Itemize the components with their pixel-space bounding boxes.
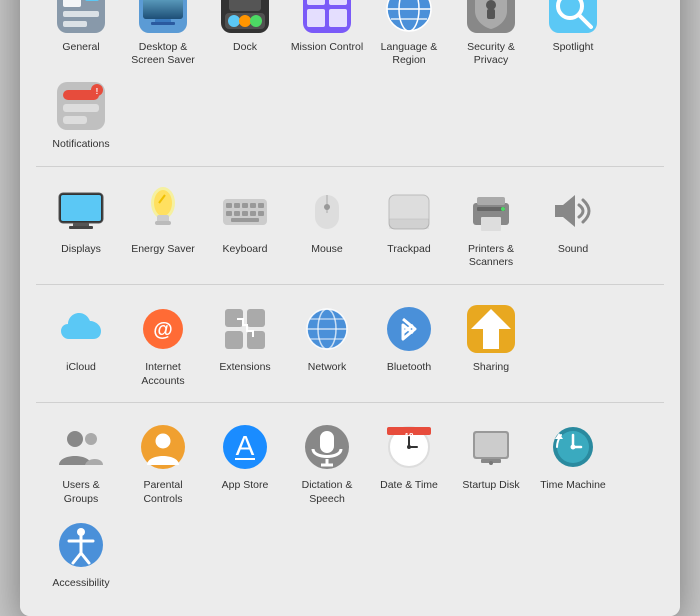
item-extensions[interactable]: Extensions bbox=[204, 295, 286, 392]
icon-date-time: 18 bbox=[383, 421, 435, 473]
item-startup-disk[interactable]: Startup Disk bbox=[450, 413, 532, 510]
label-mouse: Mouse bbox=[311, 243, 343, 257]
item-accessibility[interactable]: Accessibility bbox=[40, 511, 122, 595]
label-desktop-screensaver: Desktop & Screen Saver bbox=[126, 41, 200, 68]
label-parental-controls: Parental Controls bbox=[126, 479, 200, 506]
icon-dictation-speech bbox=[301, 421, 353, 473]
icon-app-store: A bbox=[219, 421, 271, 473]
item-icloud[interactable]: iCloud bbox=[40, 295, 122, 392]
icon-sound bbox=[547, 185, 599, 237]
section-hardware: Displays Energy Saver Keyboard Mouse bbox=[36, 167, 664, 285]
item-network[interactable]: Network bbox=[286, 295, 368, 392]
item-sharing[interactable]: Sharing bbox=[450, 295, 532, 392]
icon-notifications: ! bbox=[55, 80, 107, 132]
label-language-region: Language & Region bbox=[372, 41, 446, 68]
item-dictation-speech[interactable]: Dictation & Speech bbox=[286, 413, 368, 510]
icon-mouse bbox=[301, 185, 353, 237]
section-internet: iCloud @ Internet Accounts Extensions Ne… bbox=[36, 285, 664, 403]
svg-text:A: A bbox=[236, 430, 255, 461]
item-keyboard[interactable]: Keyboard bbox=[204, 177, 286, 274]
item-sound[interactable]: Sound bbox=[532, 177, 614, 274]
item-notifications[interactable]: ! Notifications bbox=[40, 72, 122, 156]
icon-extensions bbox=[219, 303, 271, 355]
icon-sharing bbox=[465, 303, 517, 355]
section-personal: General Desktop & Screen Saver Dock Miss… bbox=[36, 0, 664, 167]
label-accessibility: Accessibility bbox=[52, 577, 109, 591]
item-desktop-screensaver[interactable]: Desktop & Screen Saver bbox=[122, 0, 204, 72]
label-date-time: Date & Time bbox=[380, 479, 438, 493]
label-users-groups: Users & Groups bbox=[44, 479, 118, 506]
item-mission-control[interactable]: Mission Control bbox=[286, 0, 368, 72]
icon-desktop-screensaver bbox=[137, 0, 189, 35]
label-time-machine: Time Machine bbox=[540, 479, 606, 493]
label-bluetooth: Bluetooth bbox=[387, 361, 431, 375]
item-dock[interactable]: Dock bbox=[204, 0, 286, 72]
icon-accessibility bbox=[55, 519, 107, 571]
label-extensions: Extensions bbox=[219, 361, 270, 375]
label-energy-saver: Energy Saver bbox=[131, 243, 195, 257]
label-security-privacy: Security & Privacy bbox=[454, 41, 528, 68]
icon-language-region bbox=[383, 0, 435, 35]
icon-printers-scanners bbox=[465, 185, 517, 237]
label-sound: Sound bbox=[558, 243, 588, 257]
icon-users-groups bbox=[55, 421, 107, 473]
icon-bluetooth bbox=[383, 303, 435, 355]
icon-mission-control bbox=[301, 0, 353, 35]
system-preferences-window: ‹ › System Preferences 🔍 General bbox=[20, 0, 680, 616]
section-system: Users & Groups Parental Controls A App S… bbox=[36, 403, 664, 604]
item-date-time[interactable]: 18 Date & Time bbox=[368, 413, 450, 510]
item-spotlight[interactable]: Spotlight bbox=[532, 0, 614, 72]
item-trackpad[interactable]: Trackpad bbox=[368, 177, 450, 274]
icon-displays bbox=[55, 185, 107, 237]
icon-startup-disk bbox=[465, 421, 517, 473]
label-internet-accounts: Internet Accounts bbox=[126, 361, 200, 388]
icon-trackpad bbox=[383, 185, 435, 237]
label-printers-scanners: Printers & Scanners bbox=[454, 243, 528, 270]
item-printers-scanners[interactable]: Printers & Scanners bbox=[450, 177, 532, 274]
label-dictation-speech: Dictation & Speech bbox=[290, 479, 364, 506]
icon-time-machine bbox=[547, 421, 599, 473]
item-bluetooth[interactable]: Bluetooth bbox=[368, 295, 450, 392]
label-startup-disk: Startup Disk bbox=[462, 479, 519, 493]
svg-text:!: ! bbox=[96, 87, 99, 96]
item-internet-accounts[interactable]: @ Internet Accounts bbox=[122, 295, 204, 392]
label-app-store: App Store bbox=[222, 479, 269, 493]
label-keyboard: Keyboard bbox=[223, 243, 268, 257]
icon-dock bbox=[219, 0, 271, 35]
icon-internet-accounts: @ bbox=[137, 303, 189, 355]
label-spotlight: Spotlight bbox=[553, 41, 594, 55]
icon-energy-saver bbox=[137, 185, 189, 237]
icon-spotlight bbox=[547, 0, 599, 35]
label-network: Network bbox=[308, 361, 347, 375]
item-language-region[interactable]: Language & Region bbox=[368, 0, 450, 72]
label-displays: Displays bbox=[61, 243, 101, 257]
item-app-store[interactable]: A App Store bbox=[204, 413, 286, 510]
icon-security-privacy bbox=[465, 0, 517, 35]
icon-network bbox=[301, 303, 353, 355]
label-notifications: Notifications bbox=[52, 138, 109, 152]
item-mouse[interactable]: Mouse bbox=[286, 177, 368, 274]
icon-general bbox=[55, 0, 107, 35]
item-security-privacy[interactable]: Security & Privacy bbox=[450, 0, 532, 72]
item-users-groups[interactable]: Users & Groups bbox=[40, 413, 122, 510]
label-trackpad: Trackpad bbox=[387, 243, 430, 257]
label-sharing: Sharing bbox=[473, 361, 509, 375]
icon-keyboard bbox=[219, 185, 271, 237]
item-general[interactable]: General bbox=[40, 0, 122, 72]
svg-text:@: @ bbox=[153, 319, 173, 341]
label-mission-control: Mission Control bbox=[291, 41, 363, 55]
item-time-machine[interactable]: Time Machine bbox=[532, 413, 614, 510]
item-parental-controls[interactable]: Parental Controls bbox=[122, 413, 204, 510]
icon-parental-controls bbox=[137, 421, 189, 473]
item-displays[interactable]: Displays bbox=[40, 177, 122, 274]
label-dock: Dock bbox=[233, 41, 257, 55]
label-general: General bbox=[62, 41, 99, 55]
label-icloud: iCloud bbox=[66, 361, 96, 375]
item-energy-saver[interactable]: Energy Saver bbox=[122, 177, 204, 274]
preferences-content: General Desktop & Screen Saver Dock Miss… bbox=[20, 0, 680, 616]
icon-icloud bbox=[55, 303, 107, 355]
